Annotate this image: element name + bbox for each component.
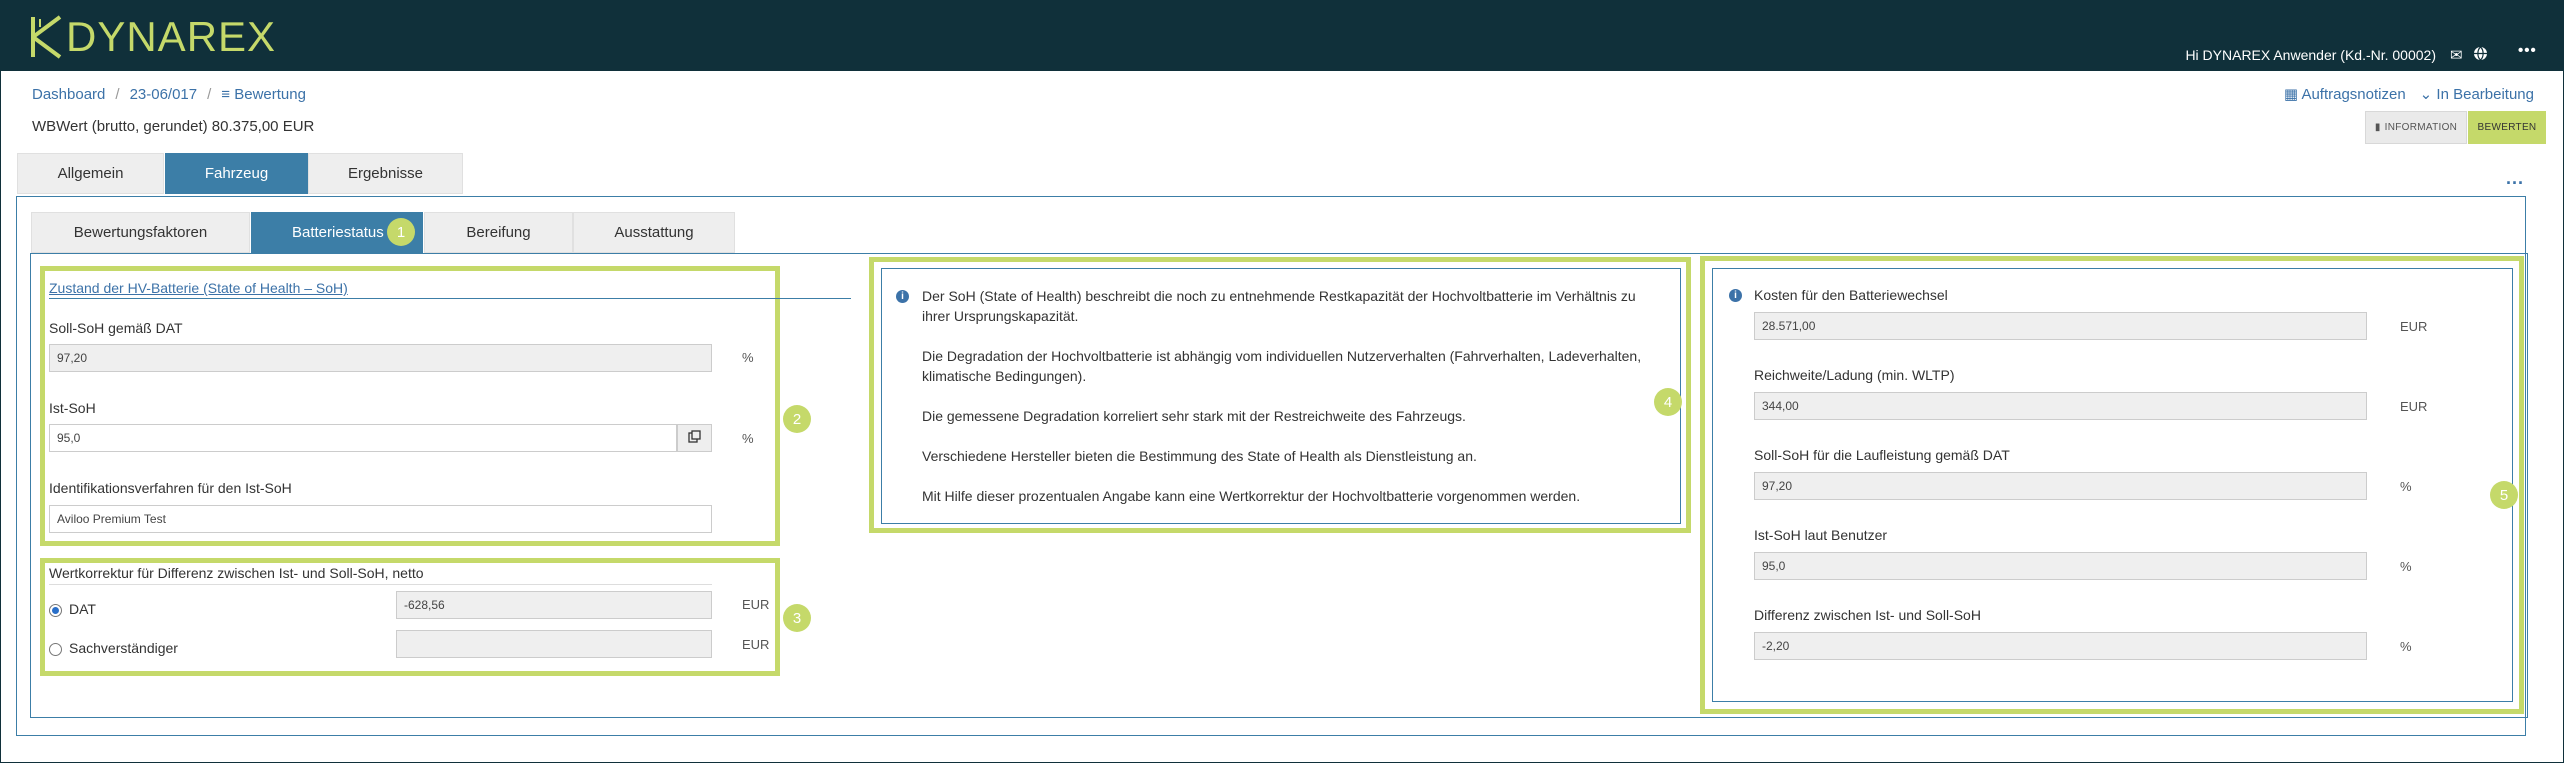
information-button[interactable]: ▮ INFORMATION	[2365, 111, 2467, 144]
kosten-unit: EUR	[2400, 319, 2428, 334]
ident-label: Identifikationsverfahren für den Ist-SoH	[49, 480, 292, 496]
information-button-label: INFORMATION	[2384, 122, 2458, 133]
tab-batteriestatus-label: Batteriestatus	[292, 224, 384, 241]
wbwert-line: WBWert (brutto, gerundet) 80.375,00 EUR	[32, 118, 314, 135]
sachverstaendiger-unit: EUR	[742, 637, 770, 652]
kosten-field: 28.571,00	[1754, 312, 2367, 340]
differenz-label: Differenz zwischen Ist- und Soll-SoH	[1754, 607, 1981, 623]
status-label: In Bearbeitung	[2436, 86, 2534, 103]
ist-soh-input[interactable]: 95,0	[49, 424, 677, 452]
wertkorrektur-title: Wertkorrektur für Differenz zwischen Ist…	[49, 565, 424, 581]
auftragsnotizen-label: Auftragsnotizen	[2301, 86, 2406, 103]
soll-soh-field: 97,20	[49, 344, 712, 372]
dat-unit: EUR	[742, 597, 770, 612]
top-bar	[0, 0, 2564, 71]
tab-bereifung[interactable]: Bereifung	[424, 212, 573, 253]
info-paragraph-3: Die gemessene Degradation korreliert seh…	[922, 408, 1466, 424]
ist-soh-benutzer-label: Ist-SoH laut Benutzer	[1754, 527, 1888, 543]
user-greeting[interactable]: Hi DYNAREX Anwender (Kd.-Nr. 00002)	[2185, 47, 2436, 63]
annotation-badge-1: 1	[387, 218, 415, 246]
info-paragraph-1: Der SoH (State of Health) beschreibt die…	[922, 288, 1636, 324]
soll-soh-laufleistung-label: Soll-SoH für die Laufleistung gemäß DAT	[1754, 447, 2010, 463]
info-paragraph-5: Mit Hilfe dieser prozentualen Angabe kan…	[922, 488, 1581, 504]
header-links: ▦ Auftragsnotizen ⌄ In Bearbeitung	[2284, 85, 2534, 103]
kosten-label: Kosten für den Batteriewechsel	[1754, 287, 1948, 303]
soll-soh-unit: %	[742, 350, 754, 365]
breadcrumb-order[interactable]: 23-06/017	[130, 86, 198, 103]
info-paragraph-2: Die Degradation der Hochvoltbatterie ist…	[922, 348, 1642, 384]
annotation-badge-2: 2	[783, 405, 811, 433]
dat-value-field: -628,56	[396, 591, 712, 619]
tab-bewertungsfaktoren[interactable]: Bewertungsfaktoren	[31, 212, 250, 253]
bewerten-button-label: BEWERTEN	[2477, 122, 2537, 133]
reichweite-label: Reichweite/Ladung (min. WLTP)	[1754, 367, 1955, 383]
annotation-badge-5: 5	[2490, 481, 2518, 509]
wertkorrektur-divider	[49, 584, 712, 585]
logo-mark-icon	[30, 13, 64, 61]
info-paragraph-4: Verschiedene Hersteller bieten die Besti…	[922, 448, 1477, 464]
soll-soh-label: Soll-SoH gemäß DAT	[49, 320, 183, 336]
logo[interactable]: DYNAREX	[30, 12, 276, 62]
sachverstaendiger-value-field[interactable]	[396, 630, 712, 658]
globe-icon[interactable]	[2473, 46, 2488, 65]
copy-icon	[688, 430, 701, 446]
reichweite-field: 344,00	[1754, 392, 2367, 420]
breadcrumb: Dashboard / 23-06/017 / ≡ Bewertung	[32, 86, 306, 103]
sachverstaendiger-radio[interactable]	[49, 643, 62, 656]
dat-label[interactable]: DAT	[69, 601, 96, 617]
mail-icon[interactable]: ✉	[2450, 46, 2463, 64]
breadcrumb-bewertung[interactable]: ≡ Bewertung	[221, 86, 306, 103]
dat-radio[interactable]	[49, 604, 62, 617]
ident-input[interactable]: Aviloo Premium Test	[49, 505, 712, 533]
annotation-badge-3: 3	[783, 604, 811, 632]
ist-soh-benutzer-unit: %	[2400, 559, 2412, 574]
breadcrumb-bewertung-label: Bewertung	[234, 86, 306, 103]
sachverstaendiger-label[interactable]: Sachverständiger	[69, 640, 178, 656]
soll-soh-laufleistung-unit: %	[2400, 479, 2412, 494]
status-dropdown[interactable]: ⌄ In Bearbeitung	[2420, 85, 2534, 103]
breadcrumb-separator: /	[115, 86, 120, 103]
tab-fahrzeug[interactable]: Fahrzeug	[165, 153, 308, 194]
reichweite-unit: EUR	[2400, 399, 2428, 414]
more-options-button[interactable]: ...	[2506, 168, 2524, 189]
ist-soh-unit: %	[742, 431, 754, 446]
tab-ausstattung[interactable]: Ausstattung	[573, 212, 735, 253]
tab-allgemein[interactable]: Allgemein	[17, 153, 164, 194]
breadcrumb-dashboard[interactable]: Dashboard	[32, 86, 105, 103]
ist-soh-benutzer-field: 95,0	[1754, 552, 2367, 580]
table-icon: ▦	[2283, 86, 2299, 103]
list-icon: ≡	[221, 86, 231, 103]
soll-soh-laufleistung-field: 97,20	[1754, 472, 2367, 500]
copy-button[interactable]	[677, 424, 712, 452]
breadcrumb-separator: /	[207, 86, 212, 103]
ist-soh-label: Ist-SoH	[49, 400, 96, 416]
differenz-field: -2,20	[1754, 632, 2367, 660]
more-menu-icon[interactable]: •••	[2518, 42, 2537, 59]
logo-text: DYNAREX	[66, 13, 277, 60]
annotation-badge-4: 4	[1654, 388, 1682, 416]
chevron-down-icon: ⌄	[2419, 86, 2433, 103]
info-icon: i	[1729, 289, 1742, 302]
auftragsnotizen-link[interactable]: ▦ Auftragsnotizen	[2284, 85, 2406, 103]
highlight-box-soh	[40, 266, 780, 546]
differenz-unit: %	[2400, 639, 2412, 654]
section-divider	[49, 298, 851, 299]
wbwert-value: 80.375,00	[211, 118, 279, 135]
tab-ergebnisse[interactable]: Ergebnisse	[308, 153, 463, 194]
bewerten-button[interactable]: BEWERTEN	[2468, 111, 2546, 144]
wbwert-unit: EUR	[282, 118, 315, 135]
wbwert-label: WBWert (brutto, gerundet)	[32, 118, 208, 135]
book-icon: ▮	[2374, 122, 2381, 133]
info-icon: i	[896, 290, 909, 303]
soh-section-title: Zustand der HV-Batterie (State of Health…	[49, 280, 348, 296]
